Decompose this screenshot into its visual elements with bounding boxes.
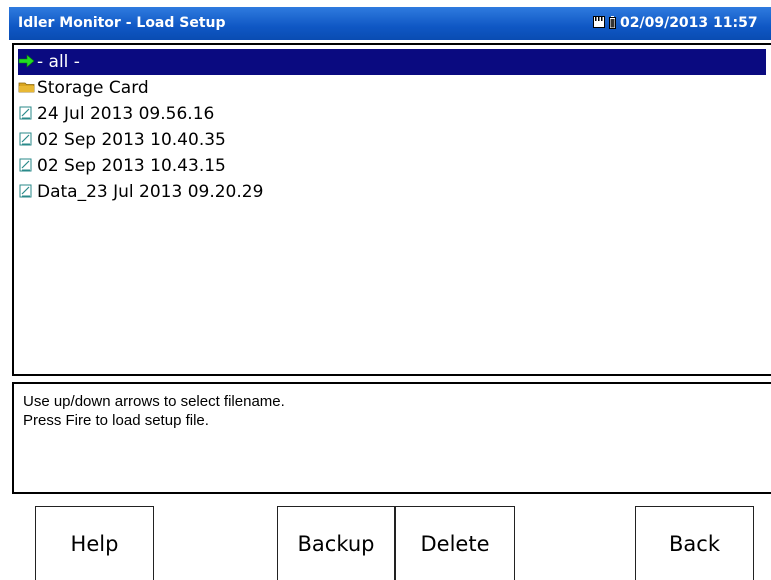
list-item-all[interactable]: - all - — [18, 49, 766, 75]
backup-button[interactable]: Backup — [277, 506, 395, 580]
delete-button[interactable]: Delete — [395, 506, 515, 580]
green-arrow-icon — [18, 54, 35, 68]
file-icon — [19, 106, 32, 120]
hint-panel: Use up/down arrows to select filename. P… — [12, 382, 771, 494]
list-item-label: - all - — [37, 52, 80, 72]
file-icon — [19, 132, 32, 146]
list-item-label: 02 Sep 2013 10.43.15 — [37, 156, 226, 176]
list-item-file[interactable]: 02 Sep 2013 10.40.35 — [18, 127, 769, 153]
list-item-label: 02 Sep 2013 10.40.35 — [37, 130, 226, 150]
help-button[interactable]: Help — [35, 506, 154, 580]
list-item-file[interactable]: 02 Sep 2013 10.43.15 — [18, 153, 769, 179]
list-item-storage-card[interactable]: Storage Card — [18, 75, 769, 101]
battery-icon — [609, 16, 616, 29]
list-item-label: Storage Card — [37, 78, 149, 98]
memory-card-icon — [593, 16, 605, 28]
window-frame-left — [0, 0, 9, 579]
list-item-label: 24 Jul 2013 09.56.16 — [37, 104, 215, 124]
hint-line-1: Use up/down arrows to select filename. — [23, 393, 285, 410]
list-item-label: Data_23 Jul 2013 09.20.29 — [37, 182, 264, 202]
folder-icon — [18, 82, 35, 93]
window-title: Idler Monitor - Load Setup — [18, 15, 226, 31]
title-bar: Idler Monitor - Load Setup 02/09/2013 11… — [9, 7, 771, 40]
status-area: 02/09/2013 11:57 — [593, 15, 758, 31]
file-list[interactable]: - all - Storage Card 24 Jul 2013 09.56.1… — [12, 43, 771, 376]
hint-line-2: Press Fire to load setup file. — [23, 412, 209, 429]
list-item-file[interactable]: Data_23 Jul 2013 09.20.29 — [18, 179, 769, 205]
list-item-file[interactable]: 24 Jul 2013 09.56.16 — [18, 101, 769, 127]
back-button[interactable]: Back — [635, 506, 754, 580]
status-datetime: 02/09/2013 11:57 — [620, 15, 758, 31]
file-icon — [19, 184, 32, 198]
file-icon — [19, 158, 32, 172]
